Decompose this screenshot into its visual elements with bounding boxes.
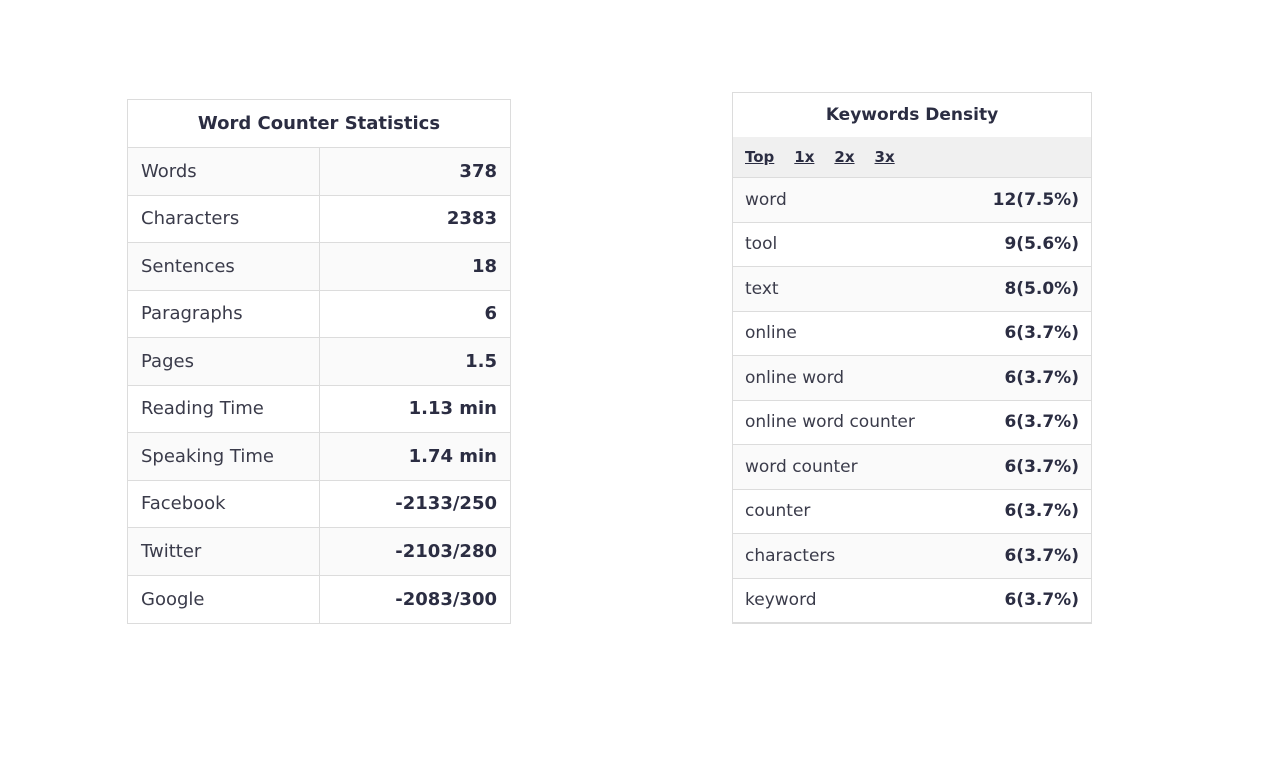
filter-3x-link[interactable]: 3x (875, 148, 895, 166)
keywords-title: Keywords Density (825, 105, 999, 125)
stats-label: Google (128, 575, 320, 623)
stats-label: Reading Time (128, 385, 320, 432)
stats-row-twitter: Twitter -2103/280 (128, 528, 510, 576)
keyword-count: 6(3.7%) (1004, 412, 1079, 433)
stats-label: Twitter (128, 528, 320, 575)
keyword-count: 8(5.0%) (1004, 278, 1079, 299)
stats-value: -2133/250 (395, 493, 497, 515)
keyword-text: online (745, 323, 797, 344)
keyword-text: online word counter (745, 412, 915, 433)
keyword-text: tool (745, 234, 778, 255)
keywords-density-panel: Keywords Density Top 1x 2x 3x word 12(7.… (732, 92, 1092, 624)
keyword-row: word counter 6(3.7%) (733, 445, 1091, 490)
keyword-count: 12(7.5%) (992, 189, 1079, 210)
stats-row-google: Google -2083/300 (128, 575, 510, 623)
stats-value: 18 (471, 255, 497, 277)
stats-value: 1.13 min (408, 398, 497, 420)
stats-row-speaking-time: Speaking Time 1.74 min (128, 433, 510, 481)
stats-row-characters: Characters 2383 (128, 195, 510, 243)
stats-row-facebook: Facebook -2133/250 (128, 480, 510, 528)
keyword-count: 6(3.7%) (1004, 545, 1079, 566)
stats-value: 2383 (446, 208, 497, 230)
keyword-count: 9(5.6%) (1004, 234, 1079, 255)
keyword-count: 6(3.7%) (1004, 590, 1079, 611)
stats-value: -2103/280 (395, 540, 497, 562)
keyword-text: text (745, 278, 779, 299)
stats-value: 1.74 min (408, 445, 497, 467)
keyword-count: 6(3.7%) (1004, 501, 1079, 522)
filter-top-link[interactable]: Top (745, 148, 774, 166)
keyword-row: tool 9(5.6%) (733, 223, 1091, 267)
stats-value: 1.5 (465, 350, 497, 372)
keyword-text: word (745, 189, 787, 210)
keyword-text: counter (745, 501, 811, 522)
filter-1x-link[interactable]: 1x (794, 148, 814, 166)
stats-label: Sentences (128, 243, 320, 290)
keyword-text: online word (745, 367, 845, 388)
word-counter-statistics-panel: Word Counter Statistics Words 378 Charac… (127, 99, 511, 624)
keyword-filter-bar: Top 1x 2x 3x (733, 137, 1091, 178)
stats-label: Speaking Time (128, 433, 320, 480)
stats-row-paragraphs: Paragraphs 6 (128, 290, 510, 338)
stats-value: 378 (459, 160, 497, 182)
keyword-row: word 12(7.5%) (733, 178, 1091, 223)
keyword-row: text 8(5.0%) (733, 267, 1091, 312)
stats-label: Paragraphs (128, 290, 320, 337)
keyword-count: 6(3.7%) (1004, 367, 1079, 388)
stats-label: Facebook (128, 480, 320, 527)
stats-value: -2083/300 (395, 588, 497, 610)
stats-title: Word Counter Statistics (128, 100, 510, 148)
stats-row-words: Words 378 (128, 148, 510, 196)
keyword-row: online 6(3.7%) (733, 312, 1091, 356)
stats-table: Words 378 Characters 2383 Sentences 18 P… (128, 148, 510, 623)
keyword-text: characters (745, 545, 836, 566)
keyword-count: 6(3.7%) (1004, 456, 1079, 477)
stats-label: Characters (128, 195, 320, 242)
stats-label: Pages (128, 338, 320, 385)
keyword-row: keyword 6(3.7%) (733, 579, 1091, 623)
stats-row-pages: Pages 1.5 (128, 338, 510, 386)
stats-label: Words (128, 148, 320, 195)
stats-value: 6 (484, 303, 497, 325)
keyword-row: online word 6(3.7%) (733, 356, 1091, 401)
keywords-list: word 12(7.5%) tool 9(5.6%) text 8(5.0%) … (733, 178, 1091, 623)
keyword-row: characters 6(3.7%) (733, 534, 1091, 579)
stats-row-sentences: Sentences 18 (128, 243, 510, 291)
stats-row-reading-time: Reading Time 1.13 min (128, 385, 510, 433)
filter-2x-link[interactable]: 2x (834, 148, 854, 166)
keyword-text: word counter (745, 456, 858, 477)
keyword-row: counter 6(3.7%) (733, 490, 1091, 534)
keyword-row: online word counter 6(3.7%) (733, 401, 1091, 445)
keyword-count: 6(3.7%) (1004, 323, 1079, 344)
keyword-text: keyword (745, 590, 817, 611)
